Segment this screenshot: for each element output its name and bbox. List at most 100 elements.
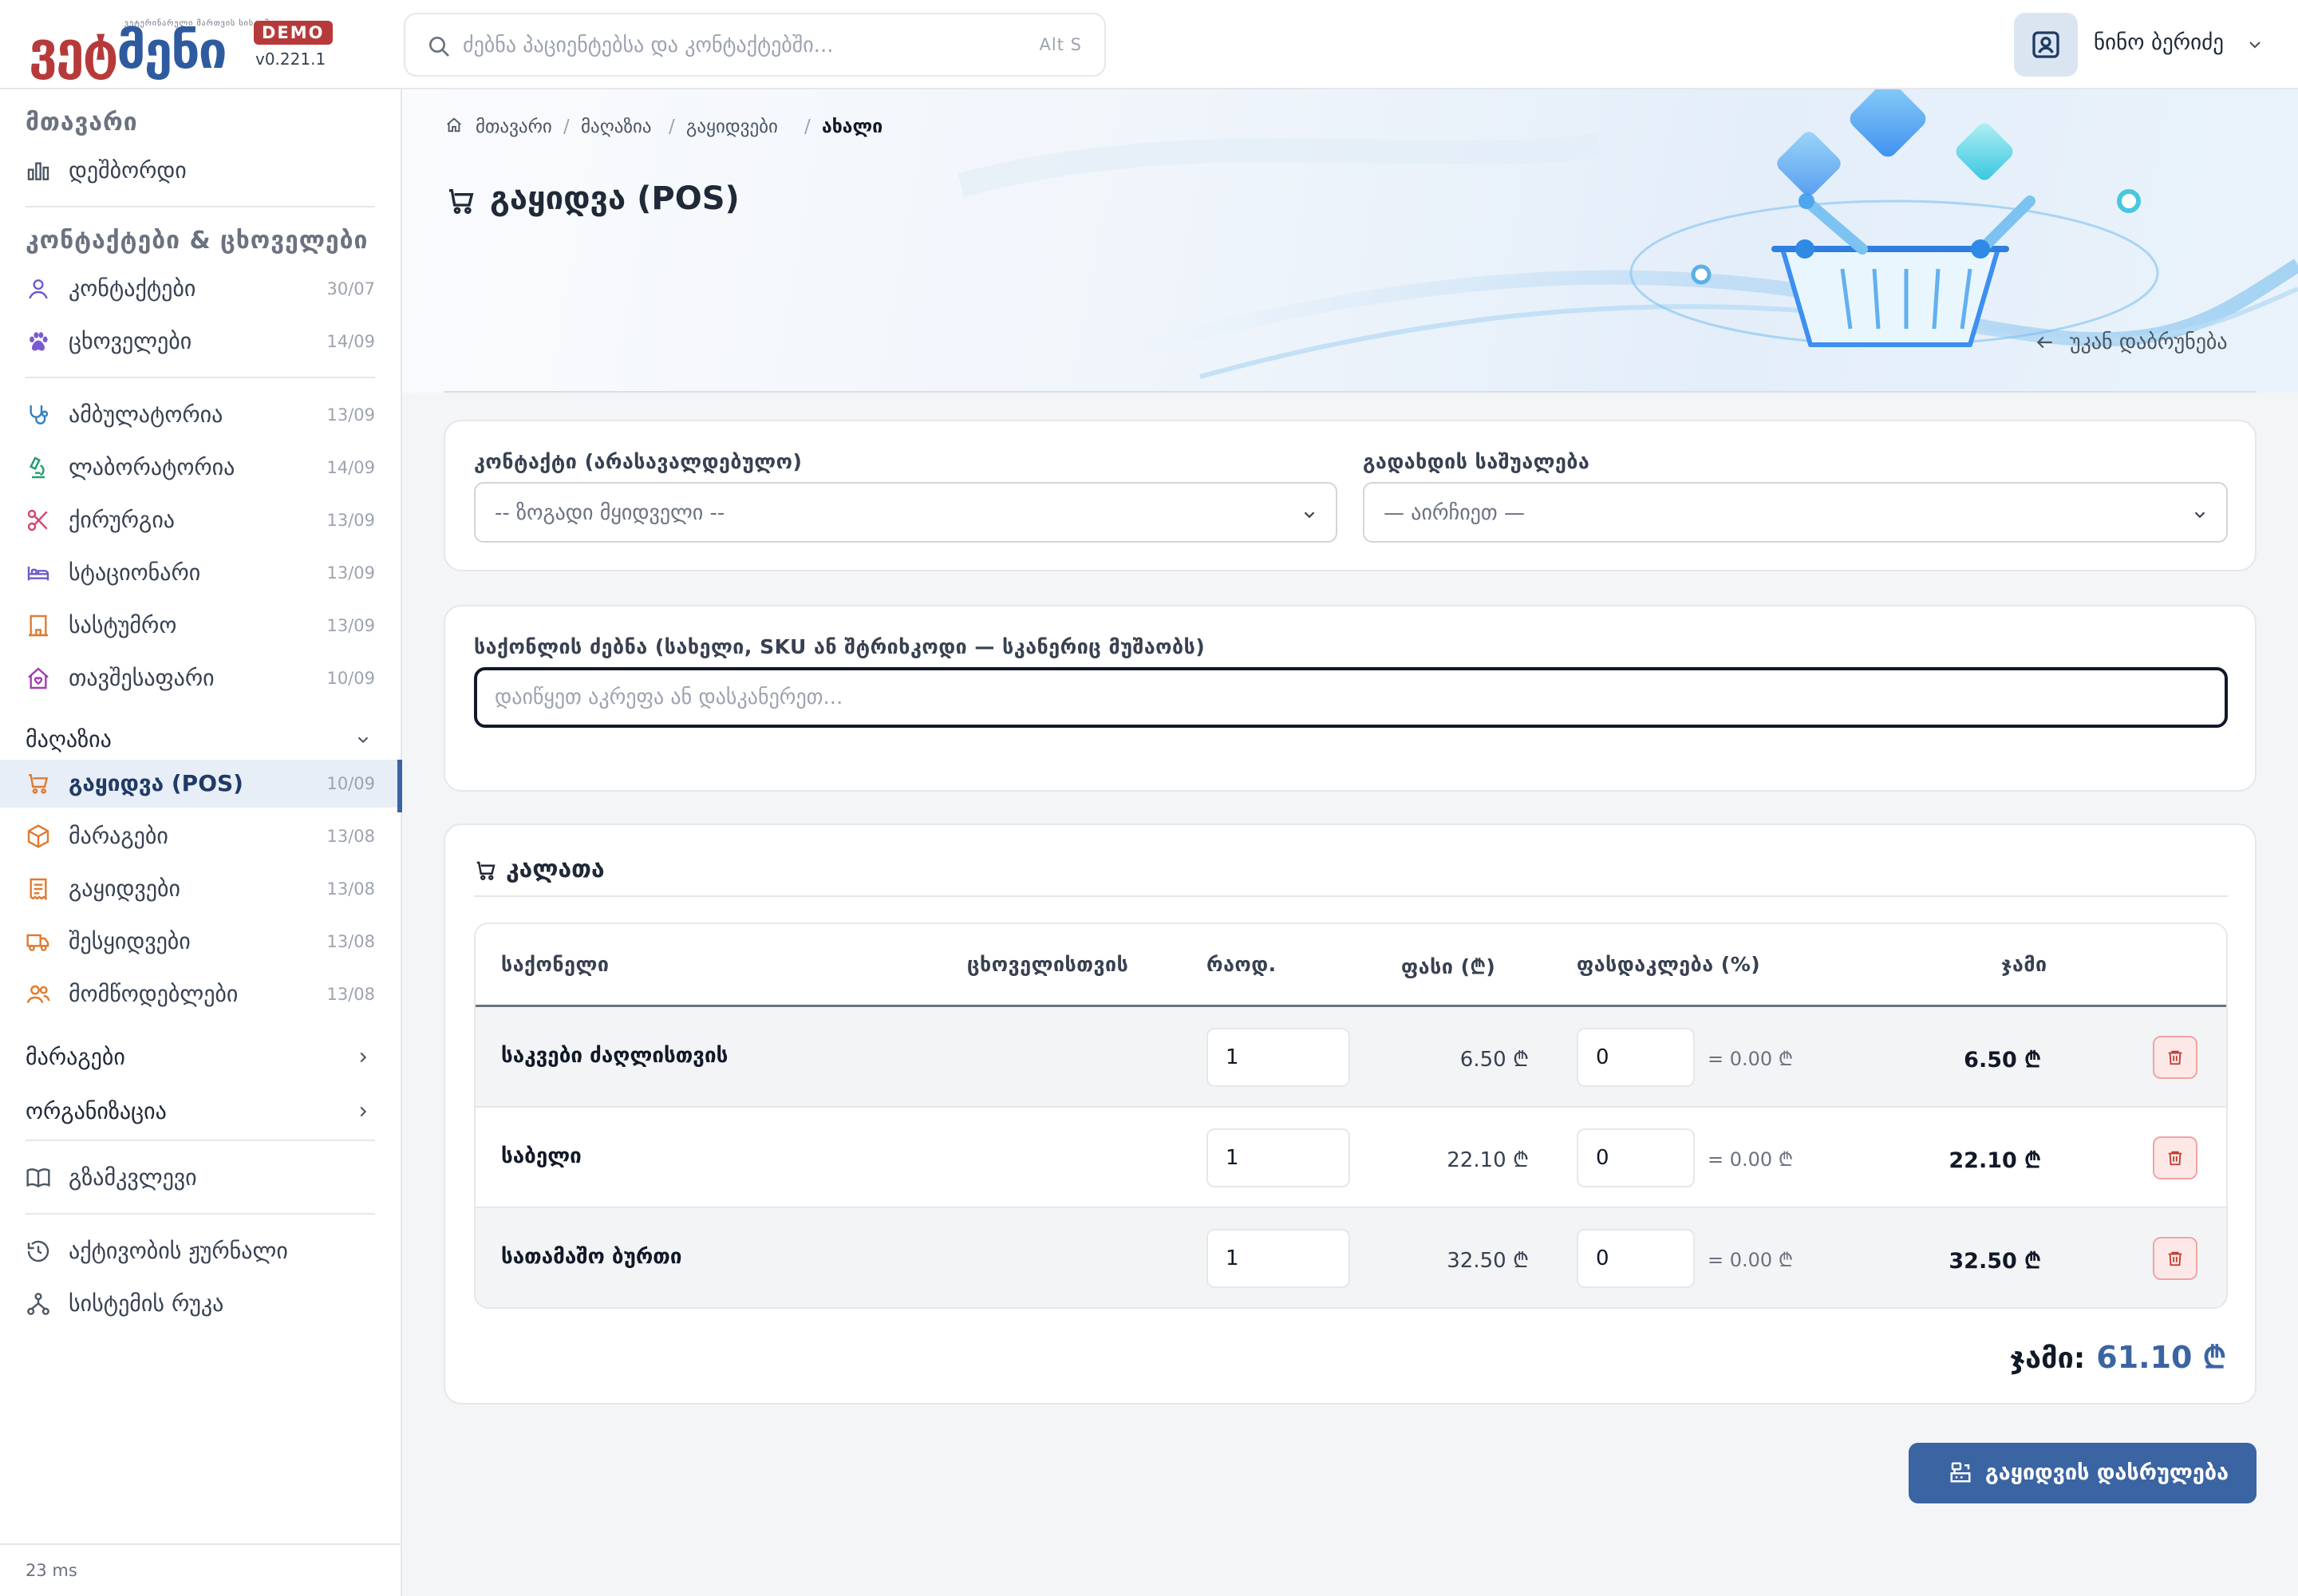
column-header-price: ფასი (₾): [1401, 955, 1496, 978]
remove-item-button[interactable]: [2153, 1036, 2197, 1079]
sidebar-group-organization[interactable]: ორგანიზაცია: [0, 1088, 401, 1133]
unit-price: 22.10 ₾: [1447, 1148, 1529, 1172]
chevron-right-icon: [360, 1106, 367, 1117]
contact-label: კონტაქტი (არასავალდებულო): [474, 450, 803, 473]
logo-wordmark: ვეტმენი: [29, 22, 227, 81]
sidebar-item-label: თავშესაფარი: [69, 665, 215, 691]
product-search-card: საქონლის ძებნა (სახელი, SKU ან შტრიხკოდი…: [444, 605, 2257, 792]
column-header-discount: ფასდაკლება (%): [1577, 953, 1761, 976]
sidebar-item-contacts[interactable]: კონტაქტები 30/07: [0, 265, 401, 313]
box-icon: [27, 824, 49, 848]
sidebar-item-suppliers[interactable]: მომწოდებლები 13/08: [0, 970, 401, 1018]
column-header-product: საქონელი: [501, 953, 610, 976]
bed-icon: [27, 567, 49, 581]
chevron-down-icon: [357, 737, 369, 744]
sidebar-item-activity-log[interactable]: აქტივობის ჟურნალი: [0, 1227, 401, 1275]
sidebar-item-ambulatory[interactable]: ამბულატორია 13/09: [0, 391, 401, 439]
sidebar-item-date: 10/09: [326, 669, 375, 688]
discount-amount: = 0.00 ₾: [1708, 1048, 1794, 1070]
sidebar-item-date: 30/07: [326, 279, 375, 298]
line-total: 32.50 ₾: [1949, 1249, 2041, 1274]
sidebar-footer: 23 ms: [0, 1543, 401, 1596]
sidebar-item-date: 13/08: [326, 879, 375, 899]
payment-method-value: — აირჩიეთ —: [1384, 501, 1525, 525]
trash-icon: [2168, 1251, 2182, 1266]
cart-card: კალათა საქონელი ცხოველისთვის რაოდ. ფასი …: [444, 824, 2257, 1404]
discount-input[interactable]: [1577, 1028, 1695, 1087]
sidebar-item-date: 13/08: [326, 985, 375, 1004]
column-header-for-animal: ცხოველისთვის: [967, 953, 1129, 976]
shelter-icon: [28, 667, 49, 689]
complete-sale-label: გაყიდვის დასრულება: [1985, 1460, 2229, 1485]
discount-amount: = 0.00 ₾: [1708, 1249, 1794, 1271]
app-logo[interactable]: ვეტერინარული მართვის სისტემა ვეტმენი DEM…: [29, 14, 333, 81]
search-icon: [429, 37, 449, 57]
trash-icon: [2168, 1151, 2182, 1166]
section-title-main: მთავარი: [26, 109, 138, 136]
product-search-input[interactable]: [474, 667, 2228, 728]
sidebar-item-shelter[interactable]: თავშესაფარი 10/09: [0, 654, 401, 702]
sidebar-item-animals[interactable]: ცხოველები 14/09: [0, 318, 401, 365]
payment-method-select[interactable]: — აირჩიეთ —: [1363, 482, 2228, 543]
unit-price: 6.50 ₾: [1459, 1048, 1529, 1072]
quantity-input[interactable]: [1206, 1028, 1350, 1087]
sidebar-item-hospital[interactable]: სტაციონარი 13/09: [0, 549, 401, 597]
divider: [26, 1140, 375, 1141]
discount-amount: = 0.00 ₾: [1708, 1148, 1794, 1171]
sidebar-item-date: 13/08: [326, 932, 375, 951]
breadcrumb-home[interactable]: მთავარი: [476, 117, 552, 137]
contact-select[interactable]: -- ზოგადი მყიდველი --: [474, 482, 1337, 543]
sidebar-item-label: შესყიდვები: [69, 928, 191, 954]
cart-icon: [29, 774, 49, 794]
user-menu[interactable]: ნინო ბერიძე: [2014, 11, 2277, 78]
register-icon: [1950, 1462, 1971, 1483]
sidebar-item-label: გაყიდვები: [69, 875, 180, 902]
table-row: საბელი 22.10 ₾ = 0.00 ₾ 22.10 ₾: [476, 1108, 2226, 1208]
sidebar-group-shop[interactable]: მაღაზია: [0, 717, 401, 761]
remove-item-button[interactable]: [2153, 1136, 2197, 1179]
sidebar-item-date: 13/09: [326, 511, 375, 530]
divider: [26, 206, 375, 207]
sidebar-item-sitemap[interactable]: სისტემის რუკა: [0, 1280, 401, 1328]
sidebar-item-dashboard[interactable]: დეშბორდი: [0, 147, 401, 195]
user-badge-icon: [2032, 31, 2059, 58]
paw-icon: [30, 332, 48, 351]
complete-sale-button[interactable]: გაყიდვის დასრულება: [1909, 1443, 2257, 1503]
page-title-text: გაყიდვა (POS): [490, 180, 740, 217]
sidebar-item-label: გაყიდვა (POS): [69, 770, 243, 796]
hotel-icon: [29, 614, 48, 637]
cart-icon: [449, 189, 474, 214]
sidebar-group-stocks[interactable]: მარაგები: [0, 1034, 401, 1079]
line-total: 22.10 ₾: [1949, 1148, 2041, 1173]
chart-bars-icon: [27, 162, 49, 180]
breadcrumb-sales[interactable]: გაყიდვები: [686, 117, 778, 137]
users-icon: [26, 985, 50, 1004]
sidebar-item-surgery[interactable]: ქირურგია 13/09: [0, 496, 401, 544]
sidebar-item-stock[interactable]: მარაგები 13/08: [0, 812, 401, 860]
sidebar-item-hotel[interactable]: სასტუმრო 13/09: [0, 602, 401, 650]
quantity-input[interactable]: [1206, 1229, 1350, 1288]
sidebar-item-sales[interactable]: გაყიდვები 13/08: [0, 865, 401, 913]
trash-icon: [2168, 1050, 2182, 1065]
sidebar-item-date: 14/09: [326, 332, 375, 351]
column-header-qty: რაოდ.: [1206, 953, 1277, 976]
sidebar-item-guide[interactable]: გზამკვლევი: [0, 1154, 401, 1202]
cart-total-value: 61.10 ₾: [2096, 1340, 2226, 1375]
search-input[interactable]: [463, 26, 973, 65]
breadcrumb-shop[interactable]: მაღაზია: [581, 117, 652, 137]
sidebar-item-date: 14/09: [326, 458, 375, 477]
cart-title: კალათა: [506, 855, 605, 883]
sidebar-item-purchases[interactable]: შესყიდვები 13/08: [0, 918, 401, 966]
chevron-down-icon: [1304, 512, 1315, 519]
render-time: 23 ms: [26, 1561, 77, 1580]
sidebar-item-pos[interactable]: გაყიდვა (POS) 10/09: [0, 760, 402, 812]
quantity-input[interactable]: [1206, 1128, 1350, 1187]
sidebar: მთავარი დეშბორდი კონტაქტები & ცხოველები …: [0, 89, 402, 1596]
sidebar-item-laboratory[interactable]: ლაბორატორია 14/09: [0, 444, 401, 492]
discount-input[interactable]: [1577, 1229, 1695, 1288]
sidebar-item-label: ლაბორატორია: [69, 454, 235, 480]
remove-item-button[interactable]: [2153, 1237, 2197, 1280]
discount-input[interactable]: [1577, 1128, 1695, 1187]
receipt-icon: [30, 878, 47, 901]
home-icon[interactable]: [445, 117, 463, 134]
